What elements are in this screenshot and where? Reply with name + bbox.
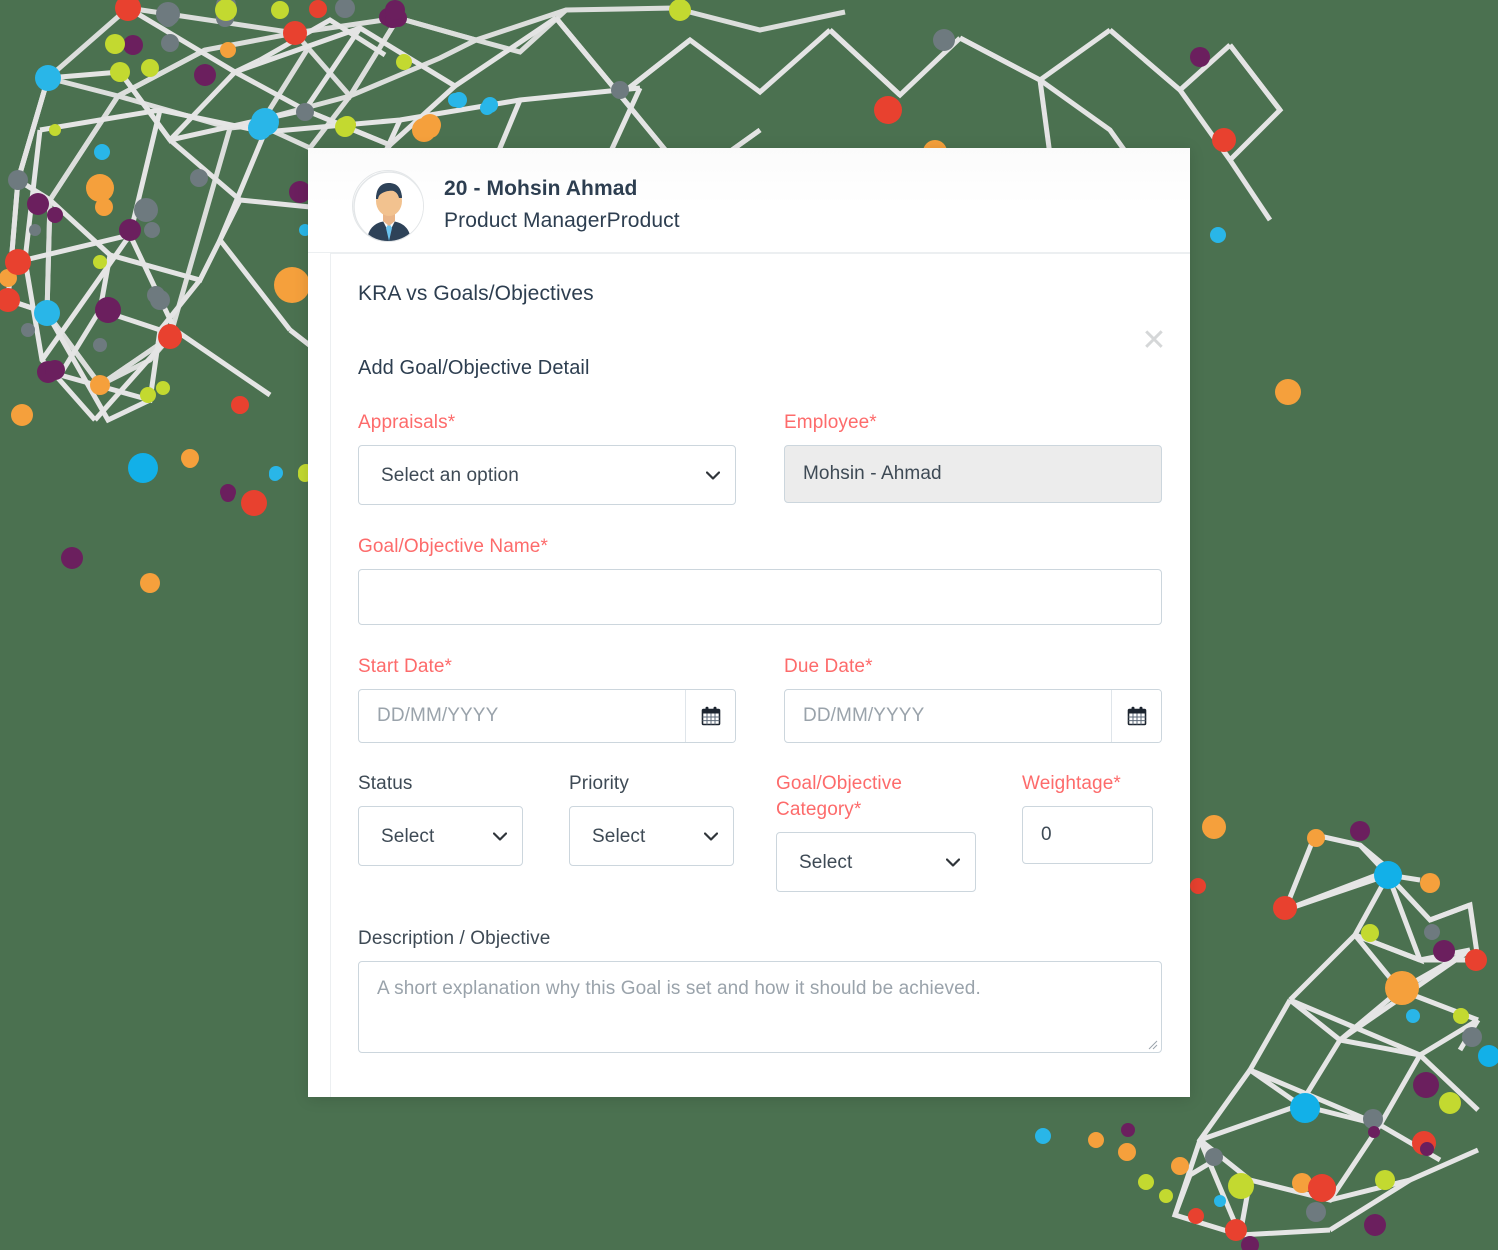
calendar-icon[interactable]	[685, 690, 735, 742]
form-body: Appraisals* Select an option Employee*	[331, 410, 1190, 1053]
start-date-label: Start Date*	[358, 654, 736, 680]
appraisals-label: Appraisals*	[358, 410, 736, 436]
goal-name-input[interactable]	[358, 569, 1162, 625]
category-select-wrap[interactable]: Select	[776, 832, 976, 892]
goal-objective-modal: 20 - Mohsin Ahmad Product ManagerProduct…	[308, 148, 1190, 1097]
category-select[interactable]: Select	[776, 832, 976, 892]
description-wrap	[358, 961, 1162, 1053]
description-textarea[interactable]	[358, 961, 1162, 1053]
section-title: Add Goal/Objective Detail	[331, 306, 1190, 380]
description-label: Description / Objective	[358, 926, 1163, 952]
weightage-label: Weightage*	[1022, 771, 1153, 797]
calendar-icon[interactable]	[1111, 690, 1161, 742]
appraisals-select-wrap[interactable]: Select an option	[358, 445, 736, 505]
category-label-line2: Category*	[776, 797, 976, 823]
modal-header: 20 - Mohsin Ahmad Product ManagerProduct	[308, 148, 1190, 253]
due-date-label: Due Date*	[784, 654, 1162, 680]
priority-select-wrap[interactable]: Select	[569, 806, 734, 866]
priority-select[interactable]: Select	[569, 806, 734, 866]
weightage-input[interactable]	[1022, 806, 1153, 864]
employee-field[interactable]	[784, 445, 1162, 503]
close-icon[interactable]: ✕	[1140, 327, 1168, 355]
goal-name-label: Goal/Objective Name*	[358, 534, 1163, 560]
appraisals-select[interactable]: Select an option	[358, 445, 736, 505]
status-label: Status	[358, 771, 523, 797]
page-title: KRA vs Goals/Objectives	[331, 254, 1190, 306]
status-select-wrap[interactable]: Select	[358, 806, 523, 866]
form-card: KRA vs Goals/Objectives ✕ Add Goal/Objec…	[330, 253, 1190, 1097]
due-date-input[interactable]	[785, 690, 1111, 742]
user-role: Product ManagerProduct	[444, 205, 680, 237]
start-date-input[interactable]	[359, 690, 685, 742]
due-date-group[interactable]	[784, 689, 1162, 743]
avatar	[352, 170, 424, 242]
start-date-group[interactable]	[358, 689, 736, 743]
category-label-line1: Goal/Objective	[776, 771, 976, 797]
employee-label: Employee*	[784, 410, 1162, 436]
user-avatar-businessman-icon	[353, 171, 424, 242]
priority-label: Priority	[569, 771, 734, 797]
user-name: 20 - Mohsin Ahmad	[444, 173, 680, 205]
status-select[interactable]: Select	[358, 806, 523, 866]
